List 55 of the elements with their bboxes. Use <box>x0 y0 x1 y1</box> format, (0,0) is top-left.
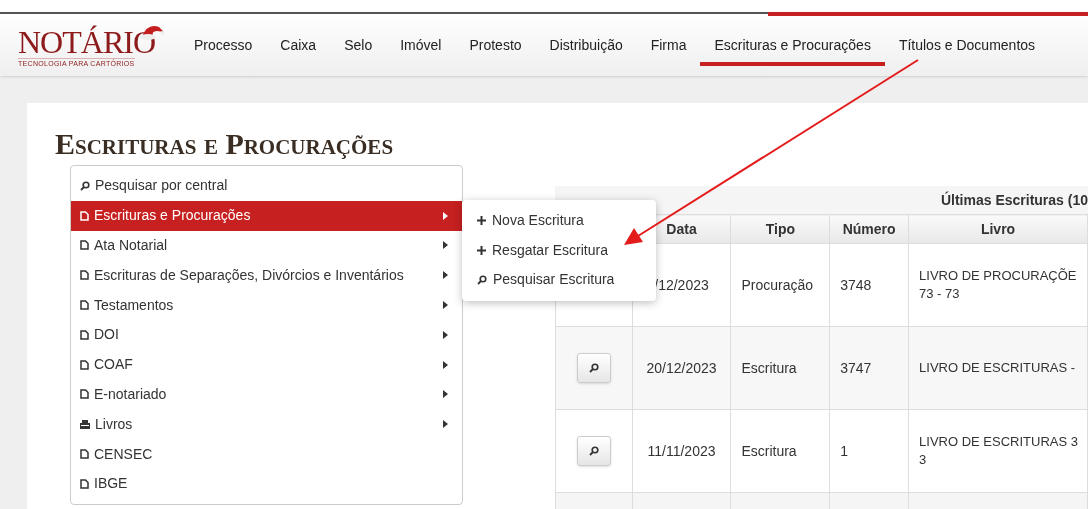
menu-item[interactable]: IBGE <box>71 468 462 499</box>
table-cell: LIVRO DE PROCURAÇÕE 73 - 73 <box>908 243 1088 327</box>
nav-tab[interactable]: Escrituras e Procurações <box>700 14 885 76</box>
table-cell: Escritura <box>730 326 830 410</box>
nav-tab[interactable]: Distribuição <box>535 14 637 76</box>
menu-item[interactable]: COAF <box>71 349 462 380</box>
search-icon <box>80 180 90 191</box>
column-header: Número <box>829 214 909 244</box>
column-header: Livro <box>908 214 1088 244</box>
document-icon <box>80 478 89 489</box>
logo-wordmark: NOTÁRIO <box>18 26 155 57</box>
document-icon <box>80 270 89 281</box>
table-cell: LIVRO DE ESCRITURAS - <box>908 326 1088 410</box>
nav-tab[interactable]: Firma <box>636 14 701 76</box>
menu-item[interactable]: Escrituras e Procurações <box>71 200 462 231</box>
nav-tab[interactable]: Caixa <box>266 14 331 76</box>
menu-item[interactable]: Livros <box>71 409 462 440</box>
document-icon <box>80 300 89 311</box>
document-icon <box>80 449 89 460</box>
menu-item[interactable]: Pesquisar por central <box>71 171 462 201</box>
plus-icon <box>477 245 486 255</box>
table-cell: Escritura <box>730 409 830 493</box>
menu-item[interactable]: Ata Notarial <box>71 230 462 261</box>
menu-item[interactable]: Escrituras de Separações, Divórcios e Inventários <box>71 260 462 291</box>
table-cell: Procuração <box>730 243 830 327</box>
nav-tab[interactable]: Títulos e Documentos <box>884 14 1050 76</box>
menu-item[interactable]: Testamentos <box>71 290 462 320</box>
document-icon <box>80 329 89 340</box>
column-header: Tipo <box>730 214 830 244</box>
document-icon <box>80 240 89 251</box>
nav-tab[interactable]: Imóvel <box>386 14 456 76</box>
menu-item[interactable]: CENSEC <box>71 439 462 469</box>
document-icon <box>80 359 89 370</box>
search-button[interactable] <box>576 436 611 466</box>
table-cell: 3748 <box>829 243 909 327</box>
table-title: Últimas Escrituras (10 <box>940 190 1088 210</box>
menu-item[interactable]: DOI <box>71 320 462 350</box>
search-icon <box>588 446 599 456</box>
printer-icon <box>80 419 90 429</box>
nav-tab[interactable]: Selo <box>330 14 387 76</box>
table-cell: 3747 <box>829 326 909 410</box>
nav-tab[interactable]: Protesto <box>455 14 536 76</box>
table-cell: 1 <box>829 409 909 493</box>
table-cell: 11/11/2023 <box>632 409 731 493</box>
document-icon <box>80 210 89 221</box>
search-icon <box>588 363 599 373</box>
table-cell: LIVRO DE ESCRITURAS 3 3 <box>908 409 1088 493</box>
search-icon <box>477 274 487 285</box>
page-title: Escrituras e Procurações <box>55 127 395 161</box>
plus-icon <box>477 216 486 226</box>
table-cell: 20/12/2023 <box>632 326 731 410</box>
nav-tab[interactable]: Processo <box>180 14 267 76</box>
document-icon <box>80 389 89 400</box>
search-button[interactable] <box>576 353 611 383</box>
menu-item[interactable]: E-notariado <box>71 379 462 410</box>
